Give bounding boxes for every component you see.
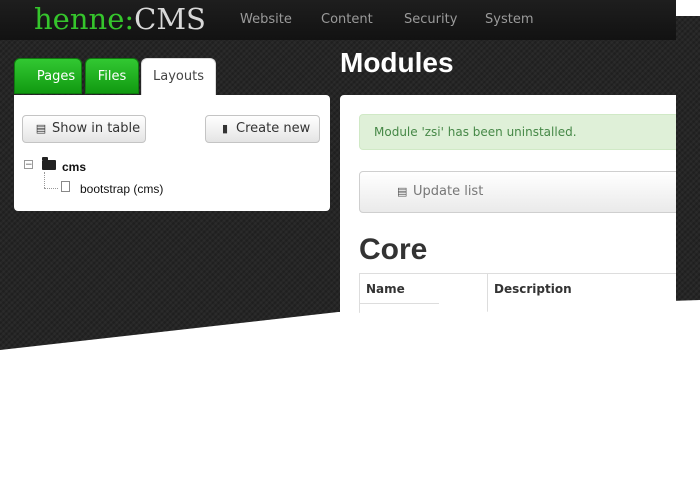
tree-collapse-toggle[interactable]: − [24,160,33,170]
show-in-table-label: Show in table [52,121,141,136]
logo-green-part: henne: [34,2,135,36]
layouts-panel [14,95,330,211]
nav-content[interactable]: Content [321,12,373,27]
file-outline-icon [61,181,70,192]
tree-connector [44,188,58,189]
create-new-label: Create new [236,121,311,136]
folder-icon [42,157,56,170]
page-title: Modules [340,47,454,78]
modules-table: Name Description [359,273,676,313]
file-icon: ▮ [221,122,229,135]
column-header-name[interactable]: Name [359,274,487,313]
list-icon: ▤ [397,185,408,198]
show-in-table-button[interactable]: ▤ Show in table [22,115,146,143]
section-title-core: Core [359,233,428,266]
logo-grey-part: CMS [134,2,206,36]
tab-files[interactable]: Files [85,58,139,94]
tab-layouts[interactable]: Layouts [141,58,216,96]
tree-connector [44,172,45,188]
logo[interactable]: henne:CMS [34,2,206,36]
create-new-button[interactable]: ▮ Create new [205,115,320,143]
update-list-label: Update list [413,184,484,199]
list-icon: ▤ [35,122,47,135]
success-alert: Module 'zsi' has been uninstalled. [359,114,676,150]
modules-panel: Module 'zsi' has been uninstalled. ▤ Upda… [340,95,676,313]
top-navbar: henne:CMS Website Content Security Syste… [0,0,676,40]
tree-item-bootstrap[interactable]: bootstrap (cms) [80,182,163,196]
tab-pages[interactable]: Pages [14,58,82,94]
nav-security[interactable]: Security [404,12,457,27]
update-list-button[interactable]: ▤ Update list [359,171,676,213]
header-divider [359,303,439,304]
page: henne:CMS Website Content Security Syste… [0,0,700,500]
nav-website[interactable]: Website [240,12,292,27]
column-header-description[interactable]: Description [487,274,676,313]
nav-system[interactable]: System [485,12,533,27]
tree-folder-cms[interactable]: cms [62,160,86,174]
